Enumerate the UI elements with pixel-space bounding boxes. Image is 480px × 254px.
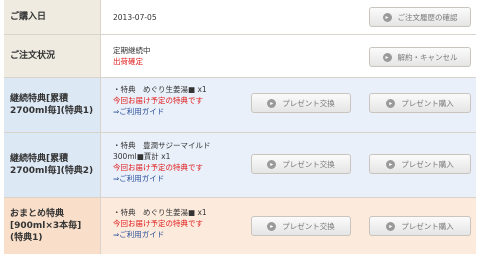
status-shipment: 出荷確定 xyxy=(113,57,143,66)
present-purchase-button[interactable]: ▸ プレゼント購入 xyxy=(369,93,471,113)
benefit-row: 継続特典[累積 2700ml毎](特典1) ・特典 めぐり生姜湯■ x1 今回お… xyxy=(4,78,476,133)
circle-arrow-icon: ▸ xyxy=(386,98,396,108)
purchase-date-label: ご購入日 xyxy=(4,0,100,34)
order-history-label: ご注文履歴の確認 xyxy=(397,12,458,22)
order-history-button[interactable]: ▸ ご注文履歴の確認 xyxy=(369,7,471,27)
benefit-item-detail: 300ml■賈計 x1 xyxy=(113,152,171,161)
bundle-benefit-label: おまとめ特典 [900ml×3本毎] (特典1) xyxy=(4,198,100,254)
benefit-notice: 今回お届け予定の特典です xyxy=(113,163,203,172)
present-exchange-button[interactable]: ▸ プレゼント交換 xyxy=(251,93,351,113)
cancel-button[interactable]: ▸ 解約・キャンセル xyxy=(369,47,471,67)
cancel-label: 解約・キャンセル xyxy=(397,52,458,62)
benefit-notice: 今回お届け予定の特典です xyxy=(113,96,203,105)
bundle-label-line: おまとめ特典 xyxy=(10,209,65,219)
benefit-label-line: 2700ml毎](特典1) xyxy=(10,106,94,116)
bundle-label-line: [900ml×3本毎] xyxy=(10,221,82,231)
benefit-label-line: 2700ml毎](特典2) xyxy=(10,166,94,176)
present-exchange-label: プレゼント交換 xyxy=(282,159,335,169)
circle-arrow-icon: ▸ xyxy=(267,98,277,108)
circle-arrow-icon: ▸ xyxy=(382,52,392,62)
present-purchase-label: プレゼント購入 xyxy=(401,159,454,169)
bundle-label-line: (特典1) xyxy=(10,233,43,243)
present-exchange-button[interactable]: ▸ プレゼント交換 xyxy=(251,154,351,174)
purchase-date-value: 2013-07-05 xyxy=(113,13,157,22)
benefit-item: ・特典 めぐり生姜湯■ x1 xyxy=(113,85,207,94)
benefit-label-line: 継続特典[累積 xyxy=(10,94,69,104)
present-purchase-button[interactable]: ▸ プレゼント購入 xyxy=(369,154,471,174)
usage-guide-link[interactable]: ⇒ご利用ガイド xyxy=(113,173,164,184)
benefit-cell: ・特典 豊潤サジーマイルド 300ml■賈計 x1 今回お届け予定の特典です ⇒… xyxy=(100,133,476,197)
circle-arrow-icon: ▸ xyxy=(386,159,396,169)
benefit-item: ・特典 めぐり生姜湯■ x1 xyxy=(113,208,207,217)
present-purchase-button[interactable]: ▸ プレゼント購入 xyxy=(369,216,471,236)
order-status-label: ご注文状況 xyxy=(4,35,100,77)
status-continuing: 定期継続中 xyxy=(113,46,151,55)
usage-guide-link[interactable]: ⇒ご利用ガイド xyxy=(113,106,164,117)
circle-arrow-icon: ▸ xyxy=(386,221,396,231)
order-status-cell: 定期継続中 出荷確定 ▸ 解約・キャンセル xyxy=(100,35,476,77)
benefit-cell: ・特典 めぐり生姜湯■ x1 今回お届け予定の特典です ⇒ご利用ガイド ▸ プレ… xyxy=(100,78,476,132)
present-exchange-label: プレゼント交換 xyxy=(282,221,335,231)
purchase-date-cell: 2013-07-05 ▸ ご注文履歴の確認 xyxy=(100,0,476,34)
purchase-date-row: ご購入日 2013-07-05 ▸ ご注文履歴の確認 xyxy=(4,0,476,35)
order-detail-table: ご購入日 2013-07-05 ▸ ご注文履歴の確認 ご注文状況 定期継続中 出… xyxy=(4,0,476,254)
benefit-notice: 今回お届け予定の特典です xyxy=(113,219,203,228)
present-purchase-label: プレゼント購入 xyxy=(401,221,454,231)
benefit-label-line: 継続特典[累積 xyxy=(10,154,69,164)
benefit-item: ・特典 豊潤サジーマイルド xyxy=(113,141,211,150)
benefit-label: 継続特典[累積 2700ml毎](特典2) xyxy=(4,133,100,197)
order-status-row: ご注文状況 定期継続中 出荷確定 ▸ 解約・キャンセル xyxy=(4,35,476,78)
benefit-label: 継続特典[累積 2700ml毎](特典1) xyxy=(4,78,100,132)
present-purchase-label: プレゼント購入 xyxy=(401,98,454,108)
circle-arrow-icon: ▸ xyxy=(382,12,392,22)
circle-arrow-icon: ▸ xyxy=(267,221,277,231)
benefit-row: 継続特典[累積 2700ml毎](特典2) ・特典 豊潤サジーマイルド 300m… xyxy=(4,133,476,198)
bundle-benefit-cell: ・特典 めぐり生姜湯■ x1 今回お届け予定の特典です ⇒ご利用ガイド ▸ プレ… xyxy=(100,198,476,254)
present-exchange-button[interactable]: ▸ プレゼント交換 xyxy=(251,216,351,236)
present-exchange-label: プレゼント交換 xyxy=(282,98,335,108)
bundle-benefit-row: おまとめ特典 [900ml×3本毎] (特典1) ・特典 めぐり生姜湯■ x1 … xyxy=(4,198,476,254)
usage-guide-link[interactable]: ⇒ご利用ガイド xyxy=(113,229,164,240)
circle-arrow-icon: ▸ xyxy=(267,159,277,169)
